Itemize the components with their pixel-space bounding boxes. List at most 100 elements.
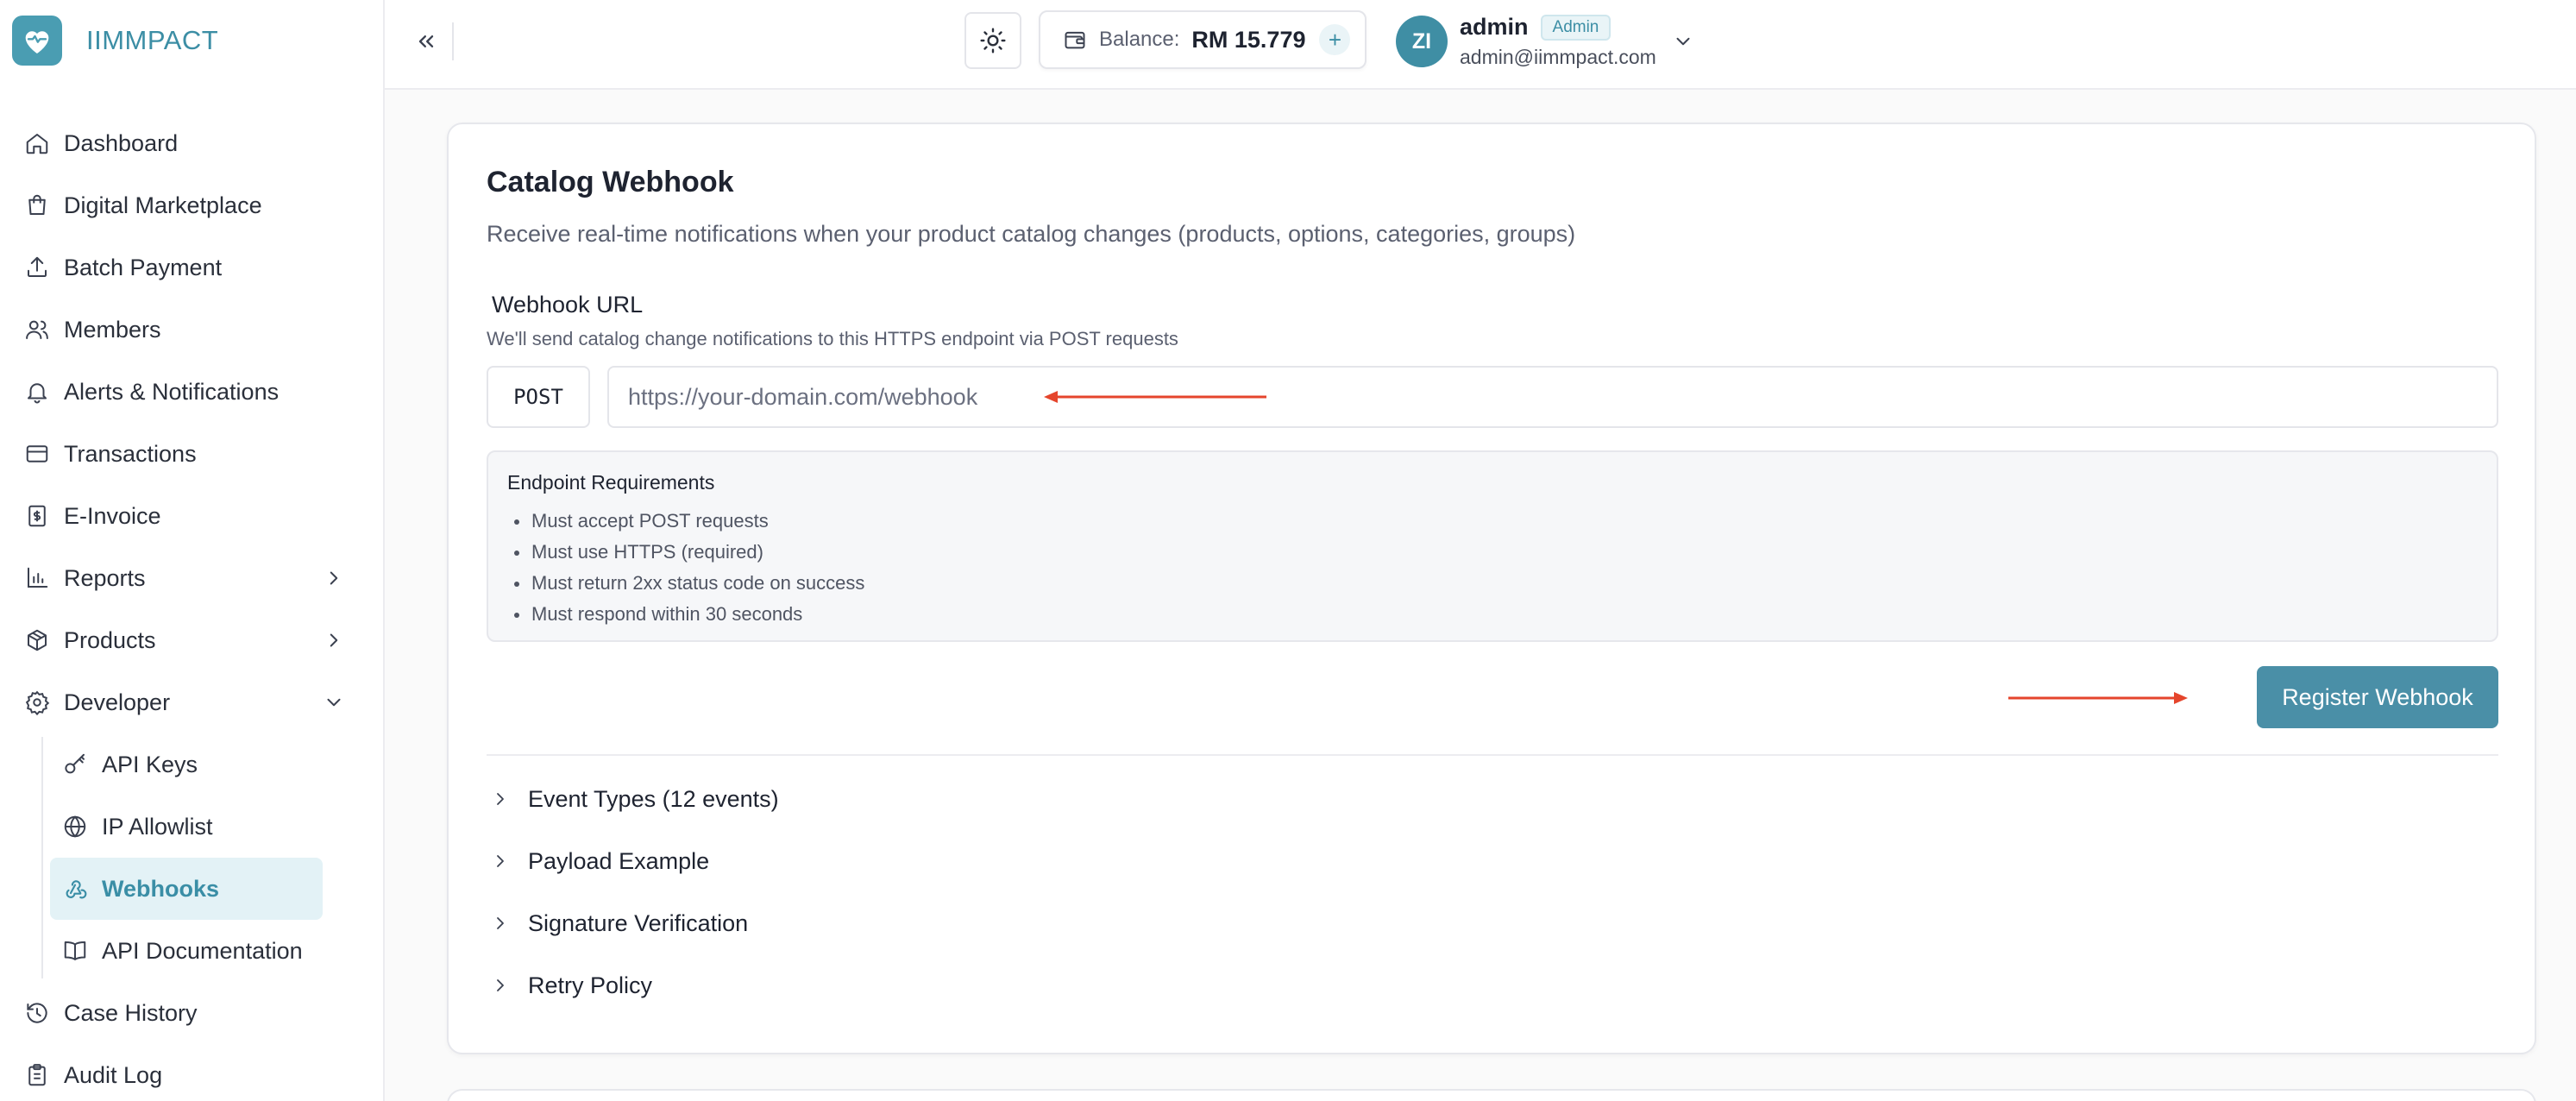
sidebar-item-label: Transactions — [64, 440, 197, 467]
clipboard-icon — [24, 1062, 50, 1088]
book-icon — [62, 938, 88, 964]
package-icon — [24, 627, 50, 653]
sidebar-item-label: IP Allowlist — [102, 813, 213, 840]
sidebar-item-label: Batch Payment — [64, 254, 223, 280]
chevron-right-icon — [490, 913, 511, 934]
chevrons-left-icon — [418, 35, 434, 47]
bell-icon — [24, 379, 50, 405]
collapse-sidebar-button[interactable] — [409, 24, 443, 59]
sidebar-item-label: Digital Marketplace — [64, 192, 262, 218]
sidebar-item-reports[interactable]: Reports — [0, 547, 385, 609]
main-content: Balance: RM 15.779 + ZI admin Admin admi… — [385, 0, 2576, 1101]
section-divider — [487, 754, 2498, 756]
wallet-icon — [1063, 28, 1087, 52]
role-badge: Admin — [1540, 14, 1612, 41]
sidebar-item-label: E-Invoice — [64, 502, 161, 529]
sidebar-item-label: Reports — [64, 564, 146, 591]
shopping-bag-icon — [24, 192, 50, 218]
heart-logo-icon — [25, 31, 49, 53]
http-method-badge: POST — [487, 366, 590, 428]
add-balance-button[interactable]: + — [1319, 24, 1351, 55]
sidebar-item-members[interactable]: Members — [0, 299, 385, 361]
webhook-icon — [62, 876, 88, 902]
sidebar-item-label: Developer — [64, 689, 171, 715]
key-icon — [62, 752, 88, 777]
sidebar-item-label: Members — [64, 316, 161, 343]
list-item: Must respond within 30 seconds — [513, 599, 864, 630]
gear-icon — [24, 689, 50, 715]
history-icon — [24, 1000, 50, 1026]
sidebar-nav: Dashboard Digital Marketplace Batch Paym… — [0, 112, 385, 1101]
sidebar-item-api-keys[interactable]: API Keys — [0, 733, 385, 796]
sidebar-item-products[interactable]: Products — [0, 609, 385, 671]
sidebar-item-label: Webhooks — [102, 875, 220, 902]
upload-icon — [24, 255, 50, 280]
home-icon — [24, 130, 50, 156]
receipt-icon — [24, 503, 50, 529]
top-bar: Balance: RM 15.779 + ZI admin Admin admi… — [385, 0, 2576, 90]
sidebar-item-alerts[interactable]: Alerts & Notifications — [0, 361, 385, 423]
sidebar-item-digital-marketplace[interactable]: Digital Marketplace — [0, 174, 385, 236]
catalog-webhook-card: Catalog Webhook Receive real-time notifi… — [447, 123, 2536, 1054]
chevron-right-icon — [490, 851, 511, 871]
accordion-event-types[interactable]: Event Types (12 events) — [487, 782, 779, 816]
chevron-down-icon — [323, 691, 345, 714]
accordion-label: Signature Verification — [528, 909, 749, 936]
sidebar-item-label: Alerts & Notifications — [64, 378, 280, 405]
sidebar-item-audit-log[interactable]: Audit Log — [0, 1044, 385, 1101]
balance-value: RM 15.779 — [1191, 26, 1306, 53]
sidebar-item-case-history[interactable]: Case History — [0, 982, 385, 1044]
credit-card-icon — [24, 441, 50, 467]
user-menu[interactable]: ZI admin Admin admin@iimmpact.com — [1396, 14, 1694, 69]
sidebar-item-label: Audit Log — [64, 1061, 163, 1088]
card-title: Catalog Webhook — [487, 166, 734, 198]
brand-logo — [12, 16, 62, 66]
list-item: Must use HTTPS (required) — [513, 537, 864, 568]
user-email: admin@iimmpact.com — [1460, 46, 1656, 68]
bar-chart-icon — [24, 565, 50, 591]
accordion-label: Retry Policy — [528, 972, 653, 998]
user-info: admin Admin admin@iimmpact.com — [1460, 14, 1656, 69]
chevron-right-icon — [490, 975, 511, 996]
list-item: Must accept POST requests — [513, 506, 864, 537]
chevron-right-icon — [490, 789, 511, 809]
sidebar-item-ip-allowlist[interactable]: IP Allowlist — [0, 796, 385, 858]
endpoint-requirements-box: Endpoint Requirements Must accept POST r… — [487, 450, 2498, 642]
chevron-right-icon — [323, 567, 345, 589]
theme-toggle-button[interactable] — [964, 12, 1021, 69]
requirements-title: Endpoint Requirements — [507, 471, 715, 494]
chevron-down-icon — [1672, 30, 1694, 53]
users-icon — [24, 317, 50, 343]
sidebar-item-label: Case History — [64, 999, 198, 1026]
requirements-list: Must accept POST requests Must use HTTPS… — [513, 506, 864, 630]
sidebar-item-batch-payment[interactable]: Batch Payment — [0, 236, 385, 299]
sidebar-item-developer[interactable]: Developer — [0, 671, 385, 733]
brand[interactable]: IIMMPACT — [12, 16, 218, 66]
webhook-url-help: We'll send catalog change notifications … — [487, 328, 1178, 349]
sidebar-item-dashboard[interactable]: Dashboard — [0, 112, 385, 174]
sidebar-item-label: Dashboard — [64, 129, 179, 156]
sidebar-item-label: API Documentation — [102, 937, 303, 964]
sidebar-item-webhooks[interactable]: Webhooks — [50, 858, 323, 920]
header-divider — [452, 22, 454, 60]
accordion-signature-verification[interactable]: Signature Verification — [487, 906, 748, 941]
chevron-right-icon — [323, 629, 345, 651]
sidebar-item-label: API Keys — [102, 751, 198, 777]
balance-label: Balance: — [1099, 28, 1180, 51]
next-card — [447, 1089, 2536, 1101]
accordion-payload-example[interactable]: Payload Example — [487, 844, 709, 878]
accordion-retry-policy[interactable]: Retry Policy — [487, 968, 652, 1003]
avatar: ZI — [1396, 16, 1448, 67]
globe-icon — [62, 814, 88, 840]
sidebar: IIMMPACT Dashboard Digital Marketplace B… — [0, 0, 385, 1101]
webhook-url-input[interactable] — [607, 366, 2498, 428]
sidebar-item-api-documentation[interactable]: API Documentation — [0, 920, 385, 982]
brand-name: IIMMPACT — [86, 25, 219, 55]
register-webhook-button[interactable]: Register Webhook — [2257, 666, 2498, 728]
user-name: admin — [1460, 14, 1529, 40]
sidebar-item-e-invoice[interactable]: E-Invoice — [0, 485, 385, 547]
accordion-label: Payload Example — [528, 847, 710, 874]
webhook-url-label: Webhook URL — [492, 292, 644, 318]
list-item: Must return 2xx status code on success — [513, 568, 864, 599]
sidebar-item-transactions[interactable]: Transactions — [0, 423, 385, 485]
